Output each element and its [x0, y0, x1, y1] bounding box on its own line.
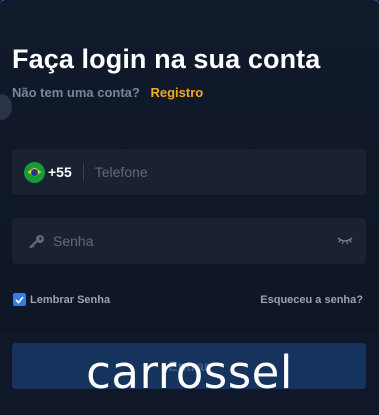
password-field[interactable]: Senha [12, 218, 366, 264]
remember-label: Lembrar Senha [30, 293, 111, 306]
key-icon [29, 234, 45, 248]
remember-checkbox[interactable] [13, 293, 26, 306]
modal-top-border [0, 0, 379, 5]
side-handle[interactable] [0, 94, 12, 120]
register-link[interactable]: Registro [150, 85, 203, 100]
page-title: Faça login na sua conta [12, 44, 321, 74]
password-input[interactable]: Senha [53, 233, 93, 249]
login-screen: Faça login na sua conta Não tem uma cont… [0, 0, 379, 415]
forgot-password-link[interactable]: Esqueceu a senha? [260, 294, 363, 306]
remember-password[interactable]: Lembrar Senha [13, 293, 110, 306]
register-prompt: Não tem uma conta? Registro [12, 85, 203, 100]
country-code[interactable]: +55 [48, 164, 72, 180]
phone-input[interactable]: Telefone [95, 164, 148, 180]
phone-field[interactable]: +55 Telefone [12, 149, 366, 195]
no-account-text: Não tem uma conta? [12, 85, 140, 100]
login-button[interactable]: Entrar [12, 343, 366, 389]
eye-closed-icon[interactable] [337, 234, 353, 252]
brazil-flag-icon[interactable] [24, 161, 45, 183]
field-separator [82, 163, 84, 181]
